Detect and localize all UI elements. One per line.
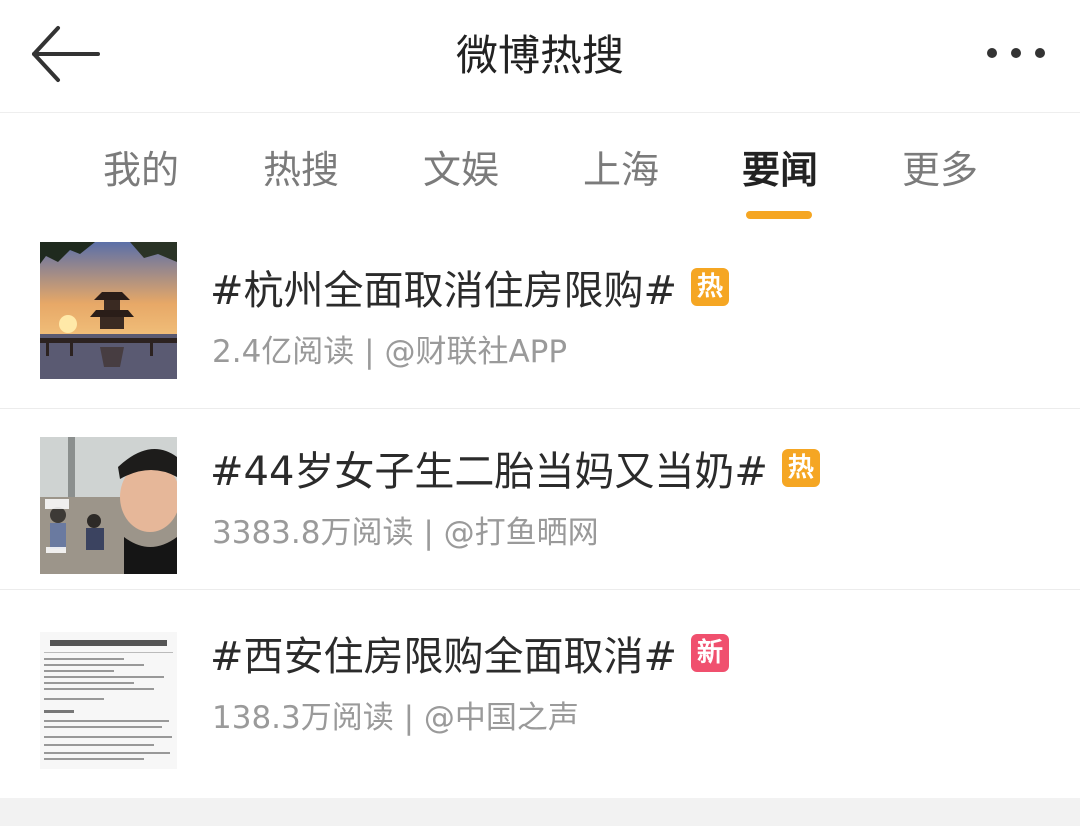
source-account[interactable]: @打鱼晒网 bbox=[444, 515, 599, 551]
topic-thumbnail bbox=[40, 632, 177, 769]
read-count: 2.4亿阅读 bbox=[212, 334, 355, 370]
topic-title-line: #44岁女子生二胎当妈又当奶# 热 bbox=[210, 439, 820, 497]
tab-headlines[interactable]: 要闻 bbox=[710, 145, 850, 195]
topic-row[interactable]: #杭州全面取消住房限购# 热 2.4亿阅读 | @财联社APP bbox=[0, 228, 1080, 409]
topic-title: #西安住房限购全面取消# bbox=[210, 634, 678, 680]
read-count: 138.3万阅读 bbox=[212, 700, 394, 736]
more-horizontal-icon bbox=[987, 48, 1045, 58]
topic-title: #杭州全面取消住房限购# bbox=[210, 268, 678, 314]
topic-row[interactable]: #44岁女子生二胎当妈又当奶# 热 3383.8万阅读 | @打鱼晒网 bbox=[0, 409, 1080, 590]
hot-badge: 热 bbox=[781, 449, 820, 487]
source-account[interactable]: @中国之声 bbox=[424, 700, 579, 736]
source-account[interactable]: @财联社APP bbox=[384, 334, 567, 370]
back-button[interactable] bbox=[28, 22, 104, 86]
new-badge: 新 bbox=[691, 634, 730, 672]
page-title: 微博热搜 bbox=[455, 31, 624, 80]
topic-meta: 138.3万阅读 | @中国之声 bbox=[212, 692, 579, 737]
topic-row[interactable]: #西安住房限购全面取消# 新 138.3万阅读 | @中国之声 bbox=[0, 604, 1080, 798]
woman-selfie-kids-image bbox=[40, 437, 177, 574]
tab-entertainment[interactable]: 文娱 bbox=[391, 145, 531, 195]
document-notice-image bbox=[40, 632, 177, 769]
topic-title-line: #西安住房限购全面取消# 新 bbox=[210, 624, 730, 682]
bottom-divider bbox=[0, 798, 1080, 826]
pavilion-lake-sunset-image bbox=[40, 242, 177, 379]
meta-separator: | bbox=[393, 700, 424, 736]
meta-separator: | bbox=[354, 334, 385, 370]
active-tab-indicator bbox=[746, 211, 812, 219]
topic-title-line: #杭州全面取消住房限购# 热 bbox=[210, 258, 730, 316]
more-button[interactable] bbox=[980, 30, 1052, 76]
tab-mine[interactable]: 我的 bbox=[71, 145, 211, 195]
hot-badge: 热 bbox=[691, 268, 730, 306]
topic-meta: 3383.8万阅读 | @打鱼晒网 bbox=[212, 507, 599, 552]
arrow-left-icon bbox=[32, 26, 100, 82]
meta-separator: | bbox=[413, 515, 444, 551]
topic-thumbnail bbox=[40, 242, 177, 379]
header-bar: 微博热搜 bbox=[0, 0, 1080, 113]
topic-meta: 2.4亿阅读 | @财联社APP bbox=[212, 326, 567, 371]
tab-shanghai[interactable]: 上海 bbox=[551, 145, 691, 195]
read-count: 3383.8万阅读 bbox=[212, 515, 414, 551]
tab-more[interactable]: 更多 bbox=[870, 145, 1010, 195]
tab-hot-search[interactable]: 热搜 bbox=[231, 145, 371, 195]
topic-thumbnail bbox=[40, 437, 177, 574]
topic-title: #44岁女子生二胎当妈又当奶# bbox=[210, 449, 768, 495]
tab-bar: 我的 热搜 文娱 上海 要闻 更多 bbox=[0, 113, 1080, 229]
